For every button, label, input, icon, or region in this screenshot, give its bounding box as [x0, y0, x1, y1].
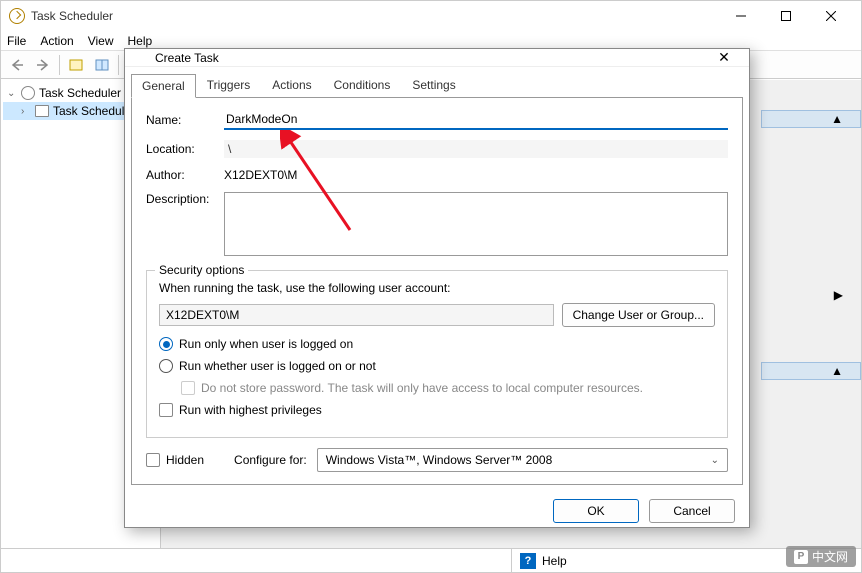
help-icon: ? [520, 553, 536, 569]
maximize-button[interactable] [763, 1, 808, 31]
checkbox-hidden[interactable]: Hidden [146, 453, 204, 467]
menu-view[interactable]: View [88, 34, 114, 48]
security-options-group: Security options When running the task, … [146, 270, 728, 438]
description-input[interactable] [224, 192, 728, 256]
checkbox-icon [146, 453, 160, 467]
radio-logged-on[interactable]: Run only when user is logged on [159, 337, 715, 351]
chevron-right-icon[interactable]: ▶ [834, 288, 843, 302]
minimize-button[interactable] [718, 1, 763, 31]
watermark: P 中文网 [786, 546, 856, 567]
chevron-up-icon[interactable]: ▲ [831, 364, 843, 378]
php-icon: P [794, 550, 808, 564]
help-label: Help [542, 554, 567, 568]
expand-icon[interactable]: › [21, 106, 31, 117]
tab-triggers[interactable]: Triggers [196, 73, 262, 97]
user-account-field: X12DEXT0\M [159, 304, 554, 326]
accent-bar [761, 110, 861, 128]
accent-bar [761, 362, 861, 380]
tab-body-general: Name: Location: \ Author: X12DEXT0\M Des… [131, 97, 743, 485]
dialog-title-bar: Create Task ✕ [125, 49, 749, 67]
tab-actions[interactable]: Actions [261, 73, 322, 97]
location-label: Location: [146, 142, 224, 156]
name-input[interactable] [224, 110, 728, 130]
task-scheduler-icon [9, 8, 25, 24]
create-task-dialog: Create Task ✕ General Triggers Actions C… [124, 48, 750, 528]
ok-button[interactable]: OK [553, 499, 639, 523]
security-prompt: When running the task, use the following… [159, 281, 715, 295]
close-button[interactable] [808, 1, 853, 31]
security-legend: Security options [155, 263, 248, 277]
checkbox-icon [159, 403, 173, 417]
checkbox-label: Run with highest privileges [179, 403, 322, 417]
select-value: Windows Vista™, Windows Server™ 2008 [326, 453, 553, 467]
task-scheduler-icon [21, 86, 35, 100]
dialog-close-button[interactable]: ✕ [709, 49, 739, 66]
forward-button[interactable] [31, 53, 55, 77]
title-bar: Task Scheduler [1, 1, 861, 31]
dialog-title: Create Task [155, 51, 219, 65]
app-title: Task Scheduler [31, 9, 113, 23]
checkbox-icon [181, 381, 195, 395]
change-user-button[interactable]: Change User or Group... [562, 303, 715, 327]
cancel-button[interactable]: Cancel [649, 499, 735, 523]
status-bar: ? Help [1, 548, 861, 572]
tab-row: General Triggers Actions Conditions Sett… [125, 67, 749, 97]
watermark-text: 中文网 [812, 548, 848, 565]
checkbox-no-password: Do not store password. The task will onl… [181, 381, 715, 395]
configure-for-label: Configure for: [234, 453, 307, 467]
checkbox-label: Hidden [166, 453, 204, 467]
tab-general[interactable]: General [131, 74, 196, 98]
author-label: Author: [146, 168, 224, 182]
checkbox-label: Do not store password. The task will onl… [201, 381, 643, 395]
location-value: \ [224, 140, 728, 158]
back-button[interactable] [5, 53, 29, 77]
chevron-up-icon[interactable]: ▲ [831, 112, 843, 126]
dialog-button-row: OK Cancel [125, 491, 749, 535]
configure-for-select[interactable]: Windows Vista™, Windows Server™ 2008 ⌄ [317, 448, 728, 472]
radio-icon [159, 337, 173, 351]
description-label: Description: [146, 192, 224, 206]
tab-settings[interactable]: Settings [401, 73, 466, 97]
collapse-icon[interactable]: ⌄ [7, 88, 17, 99]
tree-library-label: Task Schedule [53, 104, 131, 118]
menu-action[interactable]: Action [40, 34, 73, 48]
menu-file[interactable]: File [7, 34, 26, 48]
name-label: Name: [146, 113, 224, 127]
tree-root-label: Task Scheduler (L [39, 86, 135, 100]
radio-icon [159, 359, 173, 373]
radio-any-user[interactable]: Run whether user is logged on or not [159, 359, 715, 373]
radio-label: Run whether user is logged on or not [179, 359, 376, 373]
tab-conditions[interactable]: Conditions [323, 73, 402, 97]
toolbar-icon-2[interactable] [90, 53, 114, 77]
menu-help[interactable]: Help [128, 34, 153, 48]
author-value: X12DEXT0\M [224, 168, 297, 182]
task-scheduler-icon [135, 51, 149, 65]
toolbar-icon-1[interactable] [64, 53, 88, 77]
chevron-down-icon: ⌄ [711, 455, 719, 466]
folder-icon [35, 105, 49, 117]
radio-label: Run only when user is logged on [179, 337, 353, 351]
checkbox-highest-privileges[interactable]: Run with highest privileges [159, 403, 715, 417]
